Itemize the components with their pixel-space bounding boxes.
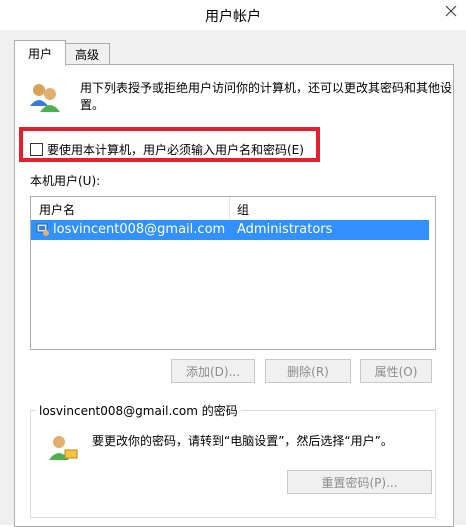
- page-description: 用下列表授予或拒绝用户访问你的计算机，还可以更改其密码和其他设置。: [80, 81, 453, 112]
- users-list[interactable]: 用户名 组 losvincent008@gmail.com Administra…: [30, 196, 436, 350]
- password-group: [30, 410, 436, 518]
- list-header: 用户名 组: [31, 197, 435, 219]
- table-row[interactable]: losvincent008@gmail.com Administrators: [31, 220, 429, 240]
- require-login-label: 要使用本计算机，用户必须输入用户名和密码(E): [47, 143, 304, 157]
- add-button[interactable]: 添加(D)...: [171, 359, 255, 383]
- username-cell: losvincent008@gmail.com: [53, 222, 226, 237]
- require-login-checkbox[interactable]: [30, 143, 43, 156]
- require-login-option[interactable]: 要使用本计算机，用户必须输入用户名和密码(E): [30, 141, 304, 158]
- local-users-label: 本机用户(U):: [30, 174, 101, 188]
- user-password-icon: [47, 434, 79, 467]
- group-cell: Administrators: [237, 222, 333, 237]
- title-bar: 用户帐户: [0, 0, 466, 30]
- close-button[interactable]: [436, 0, 466, 22]
- users-icon: [28, 82, 62, 117]
- password-group-title: losvincent008@gmail.com 的密码: [36, 402, 241, 419]
- close-icon: [445, 5, 457, 17]
- reset-password-button[interactable]: 重置密码(P)...: [287, 470, 432, 494]
- user-icon: [36, 222, 50, 241]
- password-instruction: 要更改你的密码，请转到“电脑设置”，然后选择“用户”。: [92, 434, 393, 448]
- column-divider: [229, 197, 230, 219]
- column-username[interactable]: 用户名: [39, 201, 75, 218]
- tab-advanced[interactable]: 高级: [64, 43, 110, 65]
- delete-button[interactable]: 删除(R): [265, 359, 351, 383]
- column-group[interactable]: 组: [237, 201, 249, 218]
- tab-users[interactable]: 用户: [14, 40, 66, 66]
- tab-advanced-label: 高级: [74, 48, 99, 62]
- tab-users-label: 用户: [27, 47, 52, 61]
- window-title: 用户帐户: [205, 9, 261, 25]
- properties-button[interactable]: 属性(O): [360, 359, 432, 383]
